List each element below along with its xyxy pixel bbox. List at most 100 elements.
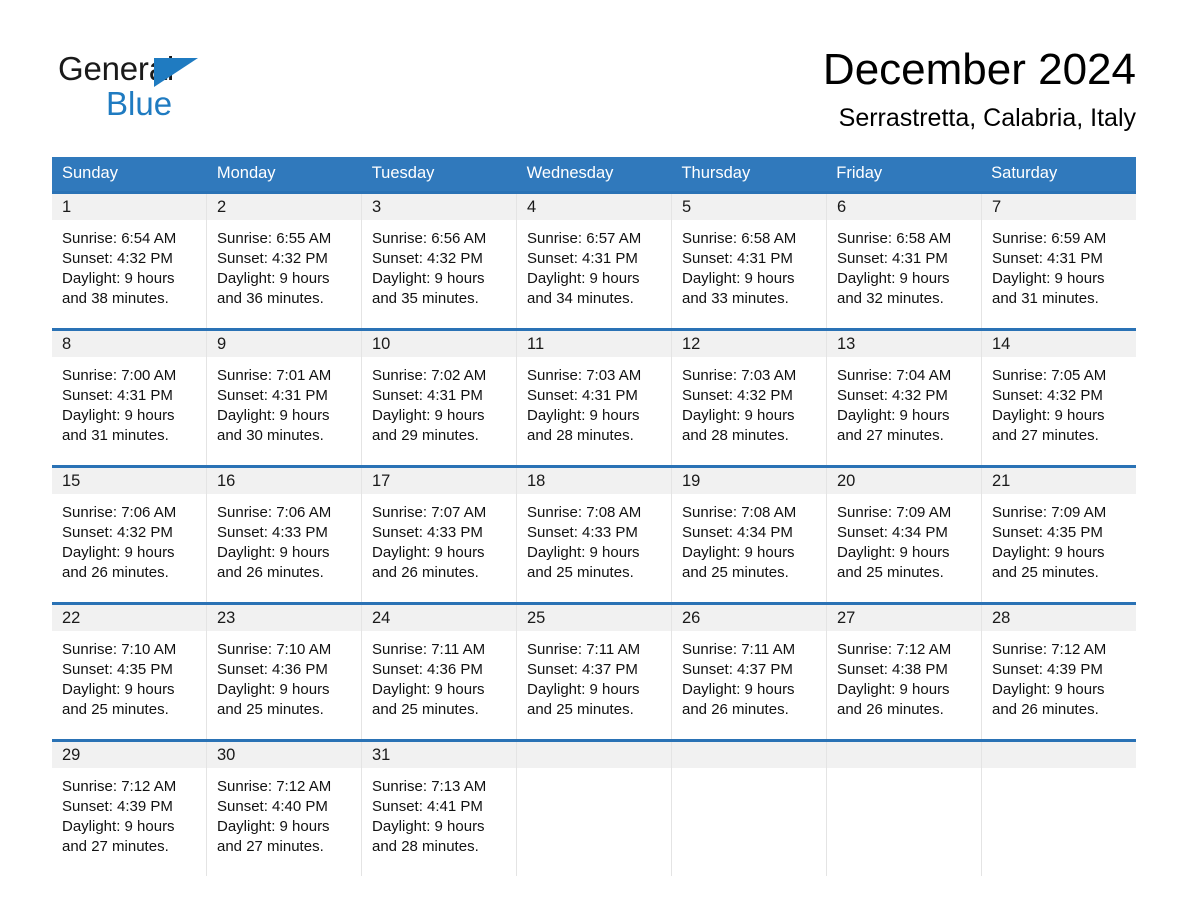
day-cell[interactable]: 22 Sunrise: 7:10 AM Sunset: 4:35 PM Dayl…	[52, 605, 206, 739]
day-cell[interactable]: 30 Sunrise: 7:12 AM Sunset: 4:40 PM Dayl…	[206, 742, 361, 876]
day-details	[827, 768, 981, 876]
day-number: 9	[207, 331, 361, 357]
daylight-text-line2: and 31 minutes.	[62, 427, 169, 444]
day-cell[interactable]: 10 Sunrise: 7:02 AM Sunset: 4:31 PM Dayl…	[361, 331, 516, 465]
day-number: 7	[982, 194, 1136, 220]
day-cell[interactable]: 2 Sunrise: 6:55 AM Sunset: 4:32 PM Dayli…	[206, 194, 361, 328]
daylight-text-line2: and 25 minutes.	[62, 701, 169, 718]
day-cell-empty	[516, 742, 671, 876]
daylight-text-line1: Daylight: 9 hours	[217, 681, 330, 698]
daylight-text-line2: and 25 minutes.	[682, 564, 789, 581]
day-details: Sunrise: 7:11 AM Sunset: 4:37 PM Dayligh…	[672, 631, 826, 739]
day-number: 10	[362, 331, 516, 357]
sunset-text: Sunset: 4:33 PM	[527, 524, 638, 541]
sunrise-text: Sunrise: 7:01 AM	[217, 367, 332, 384]
day-cell[interactable]: 26 Sunrise: 7:11 AM Sunset: 4:37 PM Dayl…	[671, 605, 826, 739]
day-number: 8	[52, 331, 206, 357]
sunrise-text: Sunrise: 6:57 AM	[527, 230, 642, 247]
daylight-text-line2: and 25 minutes.	[837, 564, 944, 581]
title-block: December 2024 Serrastretta, Calabria, It…	[823, 44, 1136, 134]
day-number: 29	[52, 742, 206, 768]
daylight-text-line1: Daylight: 9 hours	[62, 681, 175, 698]
day-cell[interactable]: 31 Sunrise: 7:13 AM Sunset: 4:41 PM Dayl…	[361, 742, 516, 876]
day-cell[interactable]: 20 Sunrise: 7:09 AM Sunset: 4:34 PM Dayl…	[826, 468, 981, 602]
sunset-text: Sunset: 4:38 PM	[837, 661, 948, 678]
sunset-text: Sunset: 4:31 PM	[372, 387, 483, 404]
sunset-text: Sunset: 4:31 PM	[682, 250, 793, 267]
sunset-text: Sunset: 4:31 PM	[527, 250, 638, 267]
daylight-text-line2: and 26 minutes.	[682, 701, 789, 718]
day-cell[interactable]: 25 Sunrise: 7:11 AM Sunset: 4:37 PM Dayl…	[516, 605, 671, 739]
day-cell[interactable]: 7 Sunrise: 6:59 AM Sunset: 4:31 PM Dayli…	[981, 194, 1136, 328]
day-cell[interactable]: 5 Sunrise: 6:58 AM Sunset: 4:31 PM Dayli…	[671, 194, 826, 328]
day-cell[interactable]: 24 Sunrise: 7:11 AM Sunset: 4:36 PM Dayl…	[361, 605, 516, 739]
day-details: Sunrise: 7:02 AM Sunset: 4:31 PM Dayligh…	[362, 357, 516, 465]
day-cell[interactable]: 3 Sunrise: 6:56 AM Sunset: 4:32 PM Dayli…	[361, 194, 516, 328]
day-number: 18	[517, 468, 671, 494]
day-cell[interactable]: 17 Sunrise: 7:07 AM Sunset: 4:33 PM Dayl…	[361, 468, 516, 602]
daylight-text-line2: and 26 minutes.	[217, 564, 324, 581]
day-cell[interactable]: 19 Sunrise: 7:08 AM Sunset: 4:34 PM Dayl…	[671, 468, 826, 602]
day-cell[interactable]: 21 Sunrise: 7:09 AM Sunset: 4:35 PM Dayl…	[981, 468, 1136, 602]
sunrise-text: Sunrise: 7:09 AM	[837, 504, 952, 521]
sunrise-text: Sunrise: 7:08 AM	[527, 504, 642, 521]
sunrise-text: Sunrise: 7:06 AM	[62, 504, 177, 521]
day-number: 22	[52, 605, 206, 631]
sunrise-text: Sunrise: 6:58 AM	[837, 230, 952, 247]
page-title: December 2024	[822, 45, 1136, 94]
day-cell[interactable]: 27 Sunrise: 7:12 AM Sunset: 4:38 PM Dayl…	[826, 605, 981, 739]
day-cell[interactable]: 18 Sunrise: 7:08 AM Sunset: 4:33 PM Dayl…	[516, 468, 671, 602]
sunrise-text: Sunrise: 7:11 AM	[372, 641, 486, 658]
sunset-text: Sunset: 4:35 PM	[992, 524, 1103, 541]
daylight-text-line1: Daylight: 9 hours	[682, 681, 795, 698]
sunrise-text: Sunrise: 7:05 AM	[992, 367, 1107, 384]
day-cell[interactable]: 14 Sunrise: 7:05 AM Sunset: 4:32 PM Dayl…	[981, 331, 1136, 465]
sunrise-text: Sunrise: 7:00 AM	[62, 367, 177, 384]
sunset-text: Sunset: 4:36 PM	[372, 661, 483, 678]
daylight-text-line1: Daylight: 9 hours	[837, 270, 950, 287]
day-cell[interactable]: 9 Sunrise: 7:01 AM Sunset: 4:31 PM Dayli…	[206, 331, 361, 465]
daylight-text-line1: Daylight: 9 hours	[372, 818, 485, 835]
day-details: Sunrise: 7:08 AM Sunset: 4:33 PM Dayligh…	[517, 494, 671, 602]
sunrise-text: Sunrise: 7:13 AM	[372, 778, 487, 795]
day-number	[672, 742, 826, 768]
daylight-text-line2: and 27 minutes.	[837, 427, 944, 444]
sunrise-text: Sunrise: 7:10 AM	[217, 641, 332, 658]
sunset-text: Sunset: 4:32 PM	[62, 250, 173, 267]
day-number: 21	[982, 468, 1136, 494]
sunset-text: Sunset: 4:36 PM	[217, 661, 328, 678]
sunset-text: Sunset: 4:41 PM	[372, 798, 483, 815]
daylight-text-line1: Daylight: 9 hours	[682, 544, 795, 561]
day-cell[interactable]: 8 Sunrise: 7:00 AM Sunset: 4:31 PM Dayli…	[52, 331, 206, 465]
sunrise-text: Sunrise: 7:11 AM	[682, 641, 796, 658]
day-cell[interactable]: 23 Sunrise: 7:10 AM Sunset: 4:36 PM Dayl…	[206, 605, 361, 739]
day-cell[interactable]: 1 Sunrise: 6:54 AM Sunset: 4:32 PM Dayli…	[52, 194, 206, 328]
sunrise-text: Sunrise: 6:59 AM	[992, 230, 1107, 247]
sunrise-text: Sunrise: 6:58 AM	[682, 230, 797, 247]
daylight-text-line2: and 27 minutes.	[217, 838, 324, 855]
daylight-text-line2: and 26 minutes.	[837, 701, 944, 718]
weekday-header-tuesday: Tuesday	[371, 164, 435, 182]
sunset-text: Sunset: 4:40 PM	[217, 798, 328, 815]
week-row: 29 Sunrise: 7:12 AM Sunset: 4:39 PM Dayl…	[52, 739, 1136, 876]
day-cell[interactable]: 29 Sunrise: 7:12 AM Sunset: 4:39 PM Dayl…	[52, 742, 206, 876]
day-cell[interactable]: 16 Sunrise: 7:06 AM Sunset: 4:33 PM Dayl…	[206, 468, 361, 602]
day-number: 16	[207, 468, 361, 494]
day-details: Sunrise: 7:08 AM Sunset: 4:34 PM Dayligh…	[672, 494, 826, 602]
day-number: 6	[827, 194, 981, 220]
sunrise-text: Sunrise: 7:11 AM	[527, 641, 641, 658]
sunrise-text: Sunrise: 7:12 AM	[217, 778, 332, 795]
sunrise-text: Sunrise: 7:02 AM	[372, 367, 487, 384]
daylight-text-line2: and 25 minutes.	[372, 701, 479, 718]
day-cell[interactable]: 13 Sunrise: 7:04 AM Sunset: 4:32 PM Dayl…	[826, 331, 981, 465]
day-cell[interactable]: 6 Sunrise: 6:58 AM Sunset: 4:31 PM Dayli…	[826, 194, 981, 328]
logo-text-blue: Blue	[106, 85, 173, 122]
day-cell[interactable]: 28 Sunrise: 7:12 AM Sunset: 4:39 PM Dayl…	[981, 605, 1136, 739]
day-number: 15	[52, 468, 206, 494]
day-cell[interactable]: 15 Sunrise: 7:06 AM Sunset: 4:32 PM Dayl…	[52, 468, 206, 602]
day-cell[interactable]: 11 Sunrise: 7:03 AM Sunset: 4:31 PM Dayl…	[516, 331, 671, 465]
day-cell[interactable]: 12 Sunrise: 7:03 AM Sunset: 4:32 PM Dayl…	[671, 331, 826, 465]
day-cell[interactable]: 4 Sunrise: 6:57 AM Sunset: 4:31 PM Dayli…	[516, 194, 671, 328]
daylight-text-line2: and 28 minutes.	[682, 427, 789, 444]
sunset-text: Sunset: 4:31 PM	[837, 250, 948, 267]
